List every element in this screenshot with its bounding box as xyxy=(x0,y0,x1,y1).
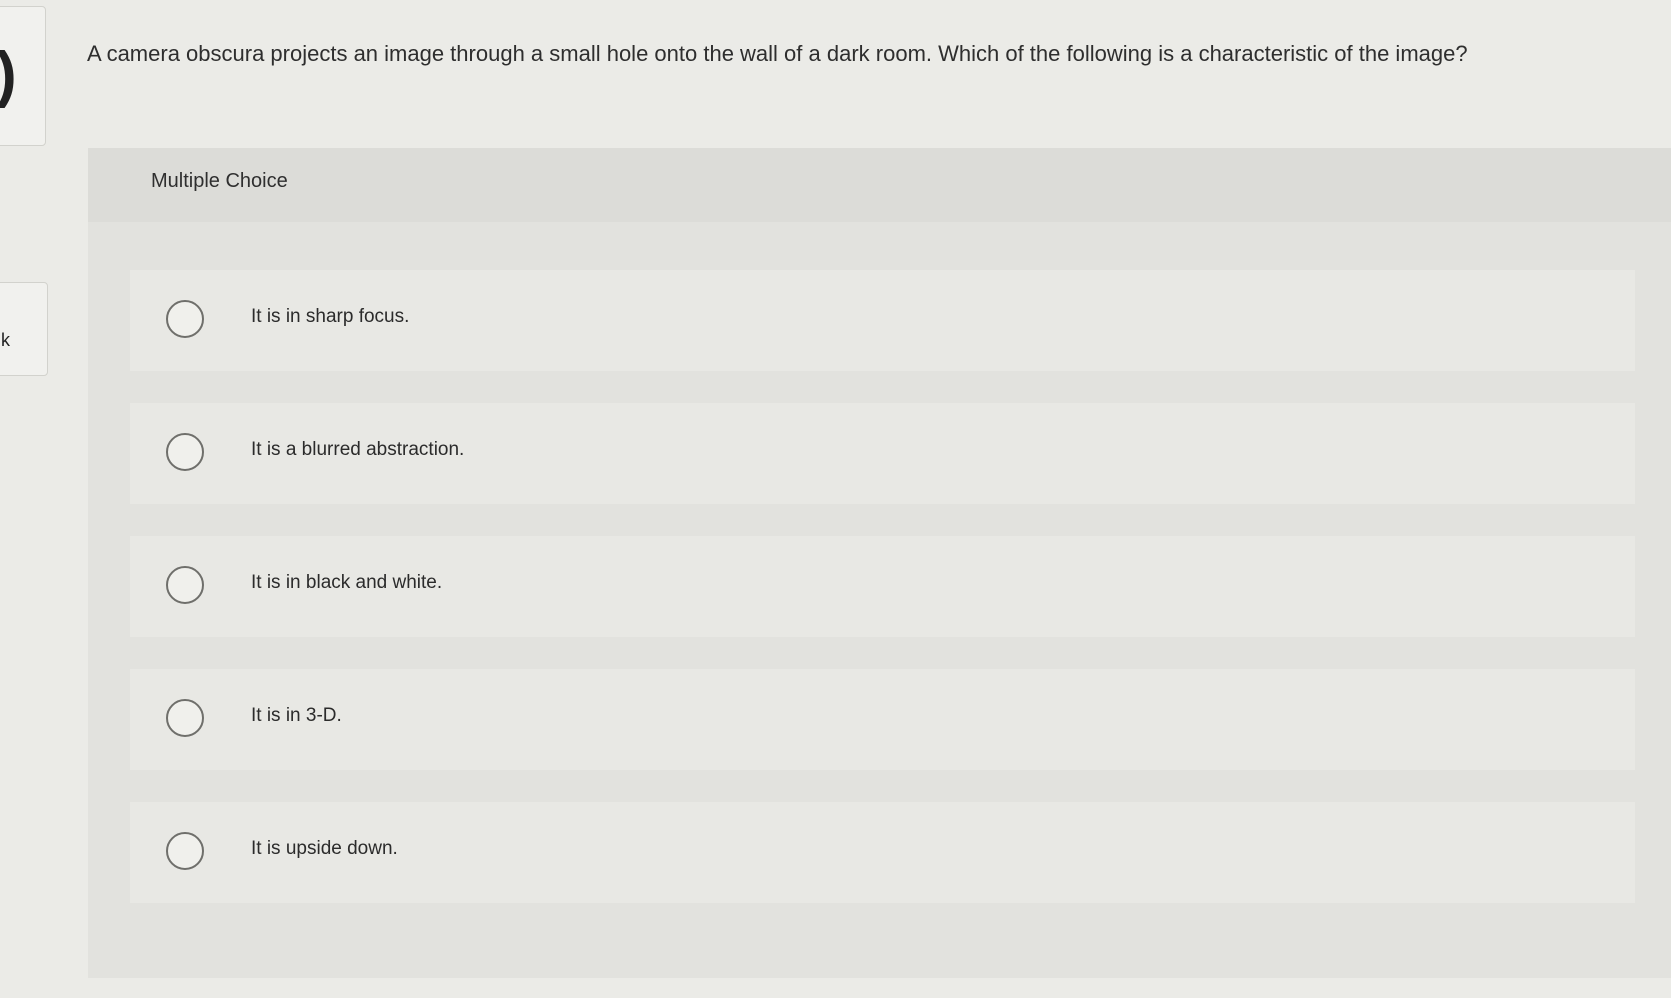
radio-button[interactable] xyxy=(166,699,204,737)
edge-glyph-top: ) xyxy=(0,44,17,106)
answer-option[interactable]: It is in sharp focus. xyxy=(130,270,1635,371)
edge-glyph-mid: k xyxy=(1,330,10,350)
multiple-choice-header: Multiple Choice xyxy=(88,148,1671,222)
side-card-edge[interactable] xyxy=(0,282,48,376)
answer-option-label: It is in black and white. xyxy=(251,572,443,593)
answer-option-label: It is in sharp focus. xyxy=(251,306,410,327)
radio-button[interactable] xyxy=(166,566,204,604)
answer-option[interactable]: It is in black and white. xyxy=(130,536,1635,637)
radio-button[interactable] xyxy=(166,433,204,471)
answer-option[interactable]: It is in 3-D. xyxy=(130,669,1635,770)
answer-option[interactable]: It is a blurred abstraction. xyxy=(130,403,1635,504)
answer-option-label: It is a blurred abstraction. xyxy=(251,439,465,460)
answer-option-label: It is in 3-D. xyxy=(251,705,342,726)
radio-button[interactable] xyxy=(166,832,204,870)
answer-options: It is in sharp focus. It is a blurred ab… xyxy=(130,270,1635,935)
multiple-choice-label: Multiple Choice xyxy=(151,170,288,192)
answer-option-label: It is upside down. xyxy=(251,838,398,859)
answer-option[interactable]: It is upside down. xyxy=(130,802,1635,903)
question-prompt: A camera obscura projects an image throu… xyxy=(87,41,1468,66)
multiple-choice-panel: Multiple Choice It is in sharp focus. It… xyxy=(88,148,1671,978)
radio-button[interactable] xyxy=(166,300,204,338)
